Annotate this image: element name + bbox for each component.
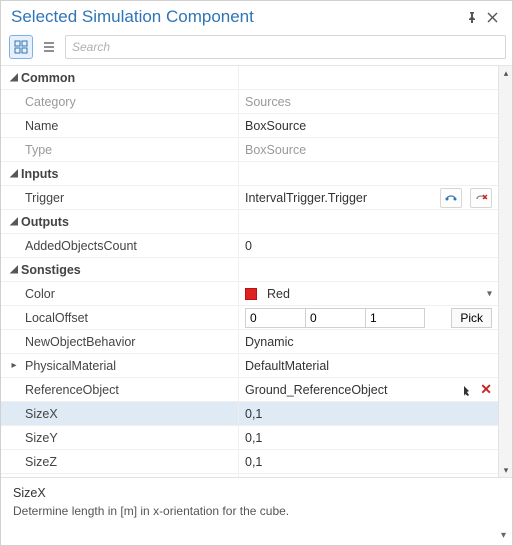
collapse-icon[interactable]: ◢ <box>7 216 21 227</box>
link-remove-icon[interactable] <box>470 188 492 208</box>
group-common[interactable]: ◢Common <box>1 66 498 90</box>
group-outputs[interactable]: ◢Outputs <box>1 210 498 234</box>
collapse-icon[interactable]: ◢ <box>7 168 21 179</box>
row-sizey[interactable]: SizeY 0,1 <box>1 426 498 450</box>
row-trigger[interactable]: Trigger IntervalTrigger.Trigger <box>1 186 498 210</box>
chevron-down-icon[interactable]: ▾ <box>501 530 506 541</box>
color-swatch <box>245 288 257 300</box>
titlebar: Selected Simulation Component <box>1 1 512 31</box>
chevron-down-icon[interactable]: ▾ <box>487 288 492 299</box>
close-icon[interactable] <box>482 7 502 27</box>
row-physicalmaterial[interactable]: ▸PhysicalMaterial DefaultMaterial <box>1 354 498 378</box>
group-other[interactable]: ◢Sonstiges <box>1 258 498 282</box>
property-grid: ◢Common Category Sources Name BoxSource … <box>1 66 512 477</box>
row-type[interactable]: Type BoxSource <box>1 138 498 162</box>
property-panel: Selected Simulation Component <box>0 0 513 546</box>
row-addedobjects[interactable]: AddedObjectsCount 0 <box>1 234 498 258</box>
localoffset-y-input[interactable] <box>305 308 365 328</box>
localoffset-z-input[interactable] <box>365 308 425 328</box>
toolbar <box>1 31 512 66</box>
panel-title: Selected Simulation Component <box>11 7 462 27</box>
link-add-icon[interactable] <box>440 188 462 208</box>
collapse-icon[interactable]: ◢ <box>7 72 21 83</box>
row-category[interactable]: Category Sources <box>1 90 498 114</box>
description-text: Determine length in [m] in x-orientation… <box>13 504 500 518</box>
pin-icon[interactable] <box>462 7 482 27</box>
description-panel: SizeX Determine length in [m] in x-orien… <box>1 477 512 545</box>
group-inputs[interactable]: ◢Inputs <box>1 162 498 186</box>
row-sizez[interactable]: SizeZ 0,1 <box>1 450 498 474</box>
scroll-up-icon[interactable]: ▴ <box>499 66 512 80</box>
row-name[interactable]: Name BoxSource <box>1 114 498 138</box>
row-localoffset[interactable]: LocalOffset Pick <box>1 306 498 330</box>
row-color[interactable]: Color Red ▾ <box>1 282 498 306</box>
alphabetical-view-button[interactable] <box>37 35 61 59</box>
scrollbar[interactable]: ▴ ▾ <box>498 66 512 477</box>
expand-icon[interactable]: ▸ <box>7 360 21 371</box>
categorized-view-button[interactable] <box>9 35 33 59</box>
pick-object-icon[interactable] <box>462 384 474 396</box>
localoffset-x-input[interactable] <box>245 308 305 328</box>
search-input[interactable] <box>65 35 506 59</box>
pick-button[interactable]: Pick <box>451 308 492 328</box>
row-referenceobject[interactable]: ReferenceObject Ground_ReferenceObject ✕ <box>1 378 498 402</box>
row-sizex[interactable]: SizeX 0,1 <box>1 402 498 426</box>
scroll-down-icon[interactable]: ▾ <box>499 463 512 477</box>
clear-reference-icon[interactable]: ✕ <box>480 381 492 398</box>
row-newobjectbehavior[interactable]: NewObjectBehavior Dynamic <box>1 330 498 354</box>
collapse-icon[interactable]: ◢ <box>7 264 21 275</box>
description-name: SizeX <box>13 486 500 500</box>
